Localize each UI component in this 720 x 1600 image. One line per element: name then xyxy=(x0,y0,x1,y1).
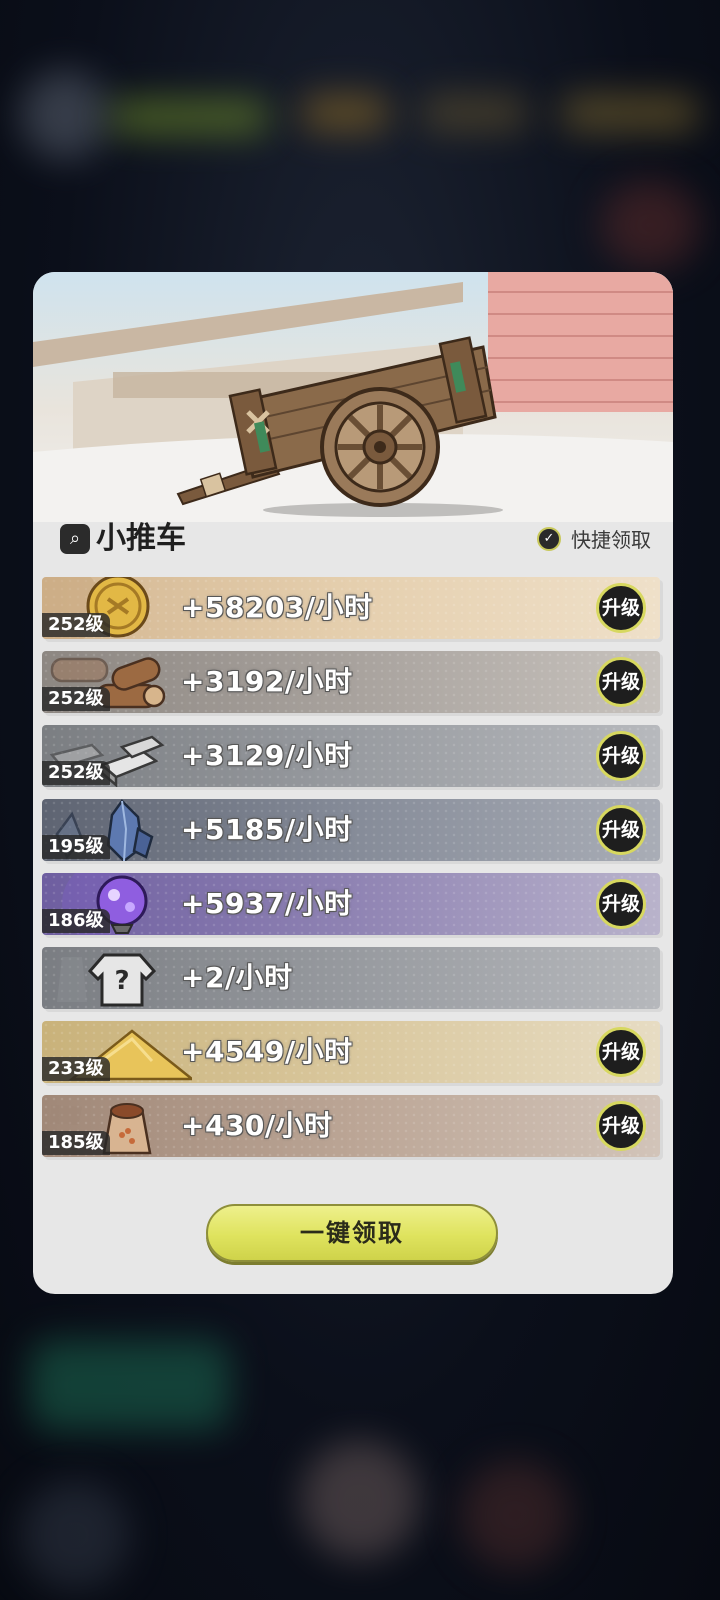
background-blur xyxy=(20,1480,130,1590)
upgrade-button[interactable]: 升级 xyxy=(596,583,646,633)
level-badge: 252级 xyxy=(42,687,110,711)
production-rate: +58203/小时 xyxy=(181,591,373,624)
claim-all-button[interactable]: 一键领取 xyxy=(206,1204,498,1262)
quick-claim-toggle[interactable]: ✓ 快捷领取 xyxy=(537,526,651,554)
level-badge: 186级 xyxy=(42,909,110,933)
background-blur xyxy=(300,95,390,131)
upgrade-button[interactable]: 升级 xyxy=(596,657,646,707)
background-blur xyxy=(600,180,700,270)
mystery-armor-icon: ? xyxy=(42,947,192,1009)
resource-row-crystal: 195级 +5185/小时 升级 xyxy=(42,799,660,861)
title-row: ⌕ 小推车 ✓ 快捷领取 xyxy=(33,520,673,562)
svg-text:?: ? xyxy=(114,966,129,996)
production-rate: +3192/小时 xyxy=(181,665,353,698)
resource-row-gold: 252级 +58203/小时 升级 xyxy=(42,577,660,639)
resource-row-grain: 185级 +430/小时 升级 xyxy=(42,1095,660,1157)
resource-row-mystery: ? +2/小时 xyxy=(42,947,660,1009)
upgrade-button[interactable]: 升级 xyxy=(596,1101,646,1151)
panel-title: 小推车 xyxy=(96,521,186,556)
cart-illustration xyxy=(33,272,673,522)
background-blur xyxy=(420,95,530,131)
checkmark-icon: ✓ xyxy=(537,527,561,551)
resource-row-sand: 233级 +4549/小时 升级 xyxy=(42,1021,660,1083)
quick-claim-label: 快捷领取 xyxy=(571,528,651,552)
production-rate: +430/小时 xyxy=(181,1109,333,1142)
production-rate: +4549/小时 xyxy=(181,1035,353,1068)
resource-row-orb: 186级 +5937/小时 升级 xyxy=(42,873,660,935)
upgrade-button[interactable]: 升级 xyxy=(596,1027,646,1077)
background-blur xyxy=(110,100,270,134)
level-badge: 233级 xyxy=(42,1057,110,1081)
production-rate: +5185/小时 xyxy=(181,813,353,846)
production-rate: +3129/小时 xyxy=(181,739,353,772)
production-rate: +5937/小时 xyxy=(181,887,353,920)
cart-scene-illustration xyxy=(33,272,673,522)
level-badge: 185级 xyxy=(42,1131,110,1155)
background-blur xyxy=(300,1440,420,1560)
level-badge: 195级 xyxy=(42,835,110,859)
upgrade-button[interactable]: 升级 xyxy=(596,731,646,781)
search-icon[interactable]: ⌕ xyxy=(60,524,90,554)
background-blur xyxy=(560,95,700,131)
upgrade-button[interactable]: 升级 xyxy=(596,805,646,855)
background-blur xyxy=(460,1460,570,1570)
level-badge: 252级 xyxy=(42,761,110,785)
background-blur xyxy=(30,1340,230,1430)
cart-panel: ⌕ 小推车 ✓ 快捷领取 252级 +58203/小时 升级 252级 +319… xyxy=(33,272,673,1294)
resource-row-wood: 252级 +3192/小时 升级 xyxy=(42,651,660,713)
resource-row-stone: 252级 +3129/小时 升级 xyxy=(42,725,660,787)
background-blur xyxy=(20,70,110,160)
level-badge: 252级 xyxy=(42,613,110,637)
upgrade-button[interactable]: 升级 xyxy=(596,879,646,929)
production-rate: +2/小时 xyxy=(181,961,293,994)
